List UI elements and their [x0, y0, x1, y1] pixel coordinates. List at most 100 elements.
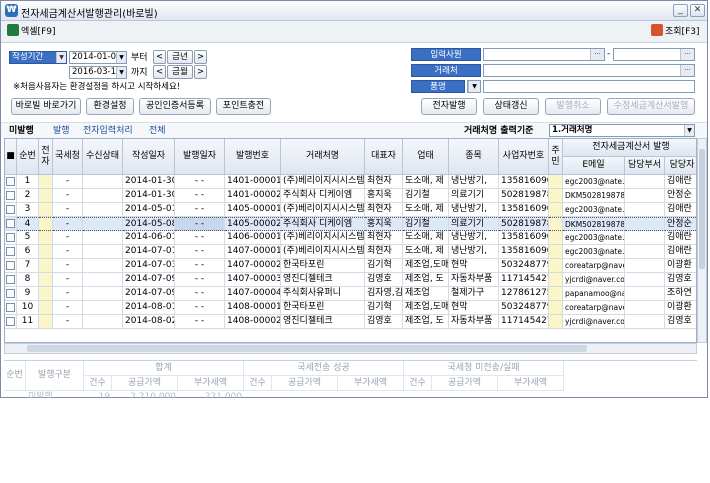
point-charge-button[interactable]: 포인트충전 [216, 98, 271, 115]
cell-seq: 8 [17, 273, 39, 287]
sum-header-supply: 공급가액 [272, 376, 338, 391]
settings-button[interactable]: 환경설정 [86, 98, 134, 115]
col-header-email[interactable]: E메일 [563, 157, 625, 175]
this-year-button[interactable]: 금년 [167, 50, 193, 64]
vertical-scroll-thumb[interactable] [699, 149, 705, 269]
cell-elec [39, 217, 53, 231]
row-checkbox[interactable] [6, 275, 15, 284]
cell-biz_type: 김기철 [403, 189, 449, 203]
row-checkbox[interactable] [6, 177, 15, 186]
cell-nts: - [53, 231, 83, 245]
cell-nts: - [53, 189, 83, 203]
close-button[interactable]: ✕ [690, 4, 705, 17]
date-to-field[interactable]: 2016-03-15 ▼ [69, 66, 127, 79]
next-year-button[interactable]: > [194, 50, 207, 64]
cell-partner: 주식회사유퍼니 [281, 287, 365, 301]
modify-issue-button[interactable]: 수정세금계산서발행 [607, 98, 695, 115]
cell-issue_no: 1406-00001 [225, 231, 281, 245]
cell-elec [39, 273, 53, 287]
cell-elec [39, 259, 53, 273]
minimize-button[interactable]: _ [673, 4, 688, 17]
cell-main [549, 301, 563, 315]
cell-main [549, 259, 563, 273]
row-checkbox[interactable] [6, 191, 15, 200]
row-checkbox[interactable] [6, 247, 15, 256]
col-header-ceo[interactable]: 대표자 [365, 139, 403, 175]
window-title: 전자세금계산서발행관리(바로빌) [21, 9, 158, 20]
tab-all[interactable]: 전체 [149, 125, 166, 137]
this-month-button[interactable]: 금월 [167, 65, 193, 79]
cancel-issue-button[interactable]: 발행취소 [545, 98, 601, 115]
prev-month-button[interactable]: < [153, 65, 166, 79]
issue-button[interactable]: 전자발행 [421, 98, 477, 115]
col-header-main[interactable]: 주민 [549, 139, 563, 175]
cell-seq: 6 [17, 245, 39, 259]
col-header-seq[interactable]: 순번 [17, 139, 39, 175]
col-header-write_date[interactable]: 작성일자 [123, 139, 175, 175]
item-select[interactable]: ▼ [467, 80, 481, 93]
col-header-issue_date[interactable]: 발행일자 [175, 139, 225, 175]
cell-issue_date: - - [175, 315, 225, 329]
cell-recv [83, 273, 123, 287]
status-refresh-button[interactable]: 상태갱신 [483, 98, 539, 115]
col-header-biz_item[interactable]: 종목 [449, 139, 499, 175]
col-header-biz_no[interactable]: 사업자번호 [499, 139, 549, 175]
row-checkbox[interactable] [6, 303, 15, 312]
tab-issued[interactable]: 발행 [53, 125, 70, 137]
row-checkbox[interactable] [6, 261, 15, 270]
period-select[interactable]: 작성기간 ▼ [9, 51, 67, 64]
main-window: ₩ 전자세금계산서발행관리(바로빌) _ ✕ 엑셀[F9] 조회[F3] 작성기… [0, 0, 708, 398]
cell-issue_no: 1405-00002 [225, 217, 281, 231]
date-from-field[interactable]: 2014-01-01 ▼ [69, 51, 127, 64]
row-checkbox[interactable] [6, 233, 15, 242]
col-header-elec[interactable]: 전자 [39, 139, 53, 175]
col-header-biz_type[interactable]: 업태 [403, 139, 449, 175]
vertical-scrollbar[interactable] [697, 138, 707, 343]
row-checkbox[interactable] [6, 289, 15, 298]
cell-biz_no: 1358160905 [499, 175, 549, 189]
title-bar[interactable]: ₩ 전자세금계산서발행관리(바로빌) _ ✕ [1, 1, 707, 21]
cell-write_date: 2014-05-08 [123, 217, 175, 231]
excel-button[interactable]: 엑셀[F9] [7, 24, 56, 40]
row-checkbox[interactable] [6, 317, 15, 326]
col-header-check[interactable]: ■ [5, 139, 17, 175]
cell-issue_no: 1405-00001 [225, 203, 281, 217]
search-button[interactable]: 조회[F3] [651, 24, 700, 40]
cell-person: 안정순 [665, 217, 696, 231]
cell-issue_date: - - [175, 245, 225, 259]
row-checkbox[interactable] [6, 205, 15, 214]
col-header-partner[interactable]: 거래처명 [281, 139, 365, 175]
cell-dept [625, 245, 665, 259]
col-header-person[interactable]: 담당자 [665, 157, 696, 175]
cell-partner: 한국타포린 [281, 259, 365, 273]
next-month-button[interactable]: > [194, 65, 207, 79]
cell-person: 안정순 [665, 189, 696, 203]
tab-unissued[interactable]: 미발행 [9, 125, 34, 137]
cert-register-button[interactable]: 공인인증서등록 [139, 98, 211, 115]
input-staff-from[interactable]: ··· [483, 48, 605, 61]
col-header-nts[interactable]: 국세청 [53, 139, 83, 175]
barobill-shortcut-button[interactable]: 바로빌 바로가기 [11, 98, 81, 115]
col-header-recv[interactable]: 수신상태 [83, 139, 123, 175]
cell-write_date: 2014-07-09 [123, 273, 175, 287]
col-header-dept[interactable]: 담당부서 [625, 157, 665, 175]
cell-main [549, 175, 563, 189]
cell-main [549, 203, 563, 217]
cell-issue_date: - - [175, 217, 225, 231]
horizontal-scrollbar[interactable] [4, 343, 697, 354]
partner-field[interactable]: ··· [483, 64, 695, 77]
horizontal-scroll-thumb[interactable] [27, 345, 587, 352]
item-label: 품명 [411, 80, 465, 93]
item-field[interactable] [483, 80, 695, 93]
partner-label: 거래처 [411, 64, 481, 77]
col-header-issue_no[interactable]: 발행번호 [225, 139, 281, 175]
row-checkbox[interactable] [6, 219, 15, 228]
cell-issue_no: 1401-00001 [225, 175, 281, 189]
sort-select[interactable]: 1.거래처명 ▼ [549, 124, 695, 137]
tab-electronic-input[interactable]: 전자입력처리 [83, 125, 133, 137]
prev-year-button[interactable]: < [153, 50, 166, 64]
cell-person: 김애란 [665, 175, 696, 189]
cell-biz_item: 현막 [449, 259, 499, 273]
input-staff-to[interactable]: ··· [613, 48, 695, 61]
cell-biz_type: 제조업,도매 [403, 301, 449, 315]
